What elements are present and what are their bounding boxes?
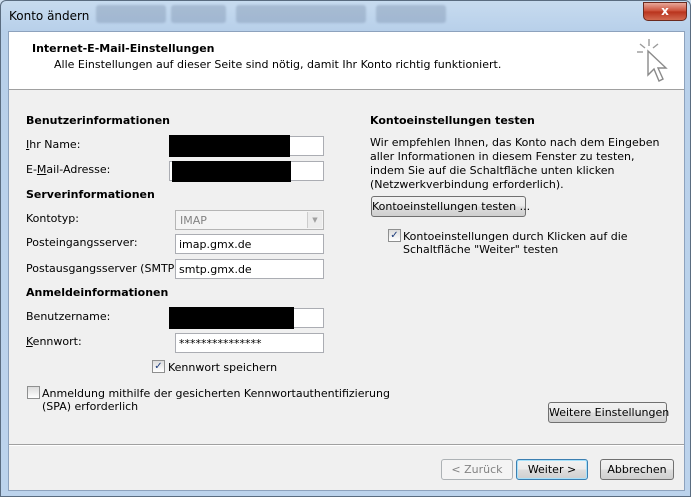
test-heading: Kontoeinstellungen testen bbox=[370, 114, 535, 127]
password-label: Kennwort: bbox=[26, 335, 82, 348]
auto-test-label-line1: Kontoeinstellungen durch Klicken auf die bbox=[403, 230, 628, 243]
title-bar[interactable]: Konto ändern x bbox=[1, 1, 691, 31]
chevron-down-icon: ▼ bbox=[307, 212, 322, 228]
cancel-button[interactable]: Abbrechen bbox=[600, 459, 674, 480]
dialog-window: Konto ändern x Internet-E-Mail-Einstellu… bbox=[0, 0, 691, 497]
back-button[interactable]: < Zurück bbox=[441, 459, 513, 480]
header-panel: Internet-E-Mail-Einstellungen Alle Einst… bbox=[9, 32, 684, 90]
incoming-server-field[interactable]: imap.gmx.de bbox=[175, 234, 324, 254]
auto-test-label-line2: Schaltfläche "Weiter" testen bbox=[403, 243, 559, 256]
dialog-client: Internet-E-Mail-Einstellungen Alle Einst… bbox=[8, 31, 685, 491]
close-button[interactable]: x bbox=[643, 2, 687, 21]
outgoing-server-label: Postausgangsserver (SMTP): bbox=[26, 262, 183, 275]
remember-password-label: Kennwort speichern bbox=[168, 361, 278, 374]
email-label: E-Mail-Adresse: bbox=[26, 163, 111, 176]
background-ghost bbox=[96, 5, 166, 23]
cursor-sparkle-icon bbox=[637, 39, 668, 82]
background-ghost bbox=[236, 5, 366, 23]
test-account-button[interactable]: Kontoeinstellungen testen ... bbox=[371, 196, 530, 217]
more-settings-button[interactable]: Weitere Einstellungen bbox=[548, 402, 669, 423]
redaction-bar bbox=[169, 307, 294, 329]
name-label: Ihr Name: bbox=[26, 138, 81, 151]
auto-test-checkbox[interactable]: ✓ bbox=[388, 229, 401, 242]
account-type-select: IMAP ▼ bbox=[175, 210, 324, 230]
page-title: Internet-E-Mail-Einstellungen bbox=[32, 42, 215, 55]
spa-label-line1: Anmeldung mithilfe der gesicherten Kennw… bbox=[42, 387, 390, 400]
outgoing-server-field[interactable]: smtp.gmx.de bbox=[175, 259, 324, 279]
footer-divider bbox=[9, 444, 684, 446]
background-ghost bbox=[171, 5, 226, 23]
page-subtitle: Alle Einstellungen auf dieser Seite sind… bbox=[54, 58, 502, 71]
background-ghost bbox=[376, 5, 446, 23]
redaction-bar bbox=[172, 161, 291, 182]
login-info-heading: Anmeldeinformationen bbox=[26, 286, 169, 299]
password-field[interactable]: *************** bbox=[175, 333, 324, 353]
redaction-bar bbox=[169, 135, 290, 157]
user-info-heading: Benutzerinformationen bbox=[26, 114, 171, 127]
incoming-server-label: Posteingangsserver: bbox=[26, 236, 138, 249]
username-label: Benutzername: bbox=[26, 310, 111, 323]
server-info-heading: Serverinformationen bbox=[26, 188, 155, 201]
window-title: Konto ändern bbox=[9, 9, 90, 23]
test-description: Wir empfehlen Ihnen, das Konto nach dem … bbox=[370, 136, 660, 191]
remember-password-checkbox[interactable]: ✓ bbox=[152, 360, 165, 373]
spa-checkbox[interactable] bbox=[27, 386, 40, 399]
next-button[interactable]: Weiter > bbox=[516, 459, 588, 480]
account-type-label: Kontotyp: bbox=[26, 212, 79, 225]
spa-label-line2: (SPA) erforderlich bbox=[42, 400, 139, 413]
